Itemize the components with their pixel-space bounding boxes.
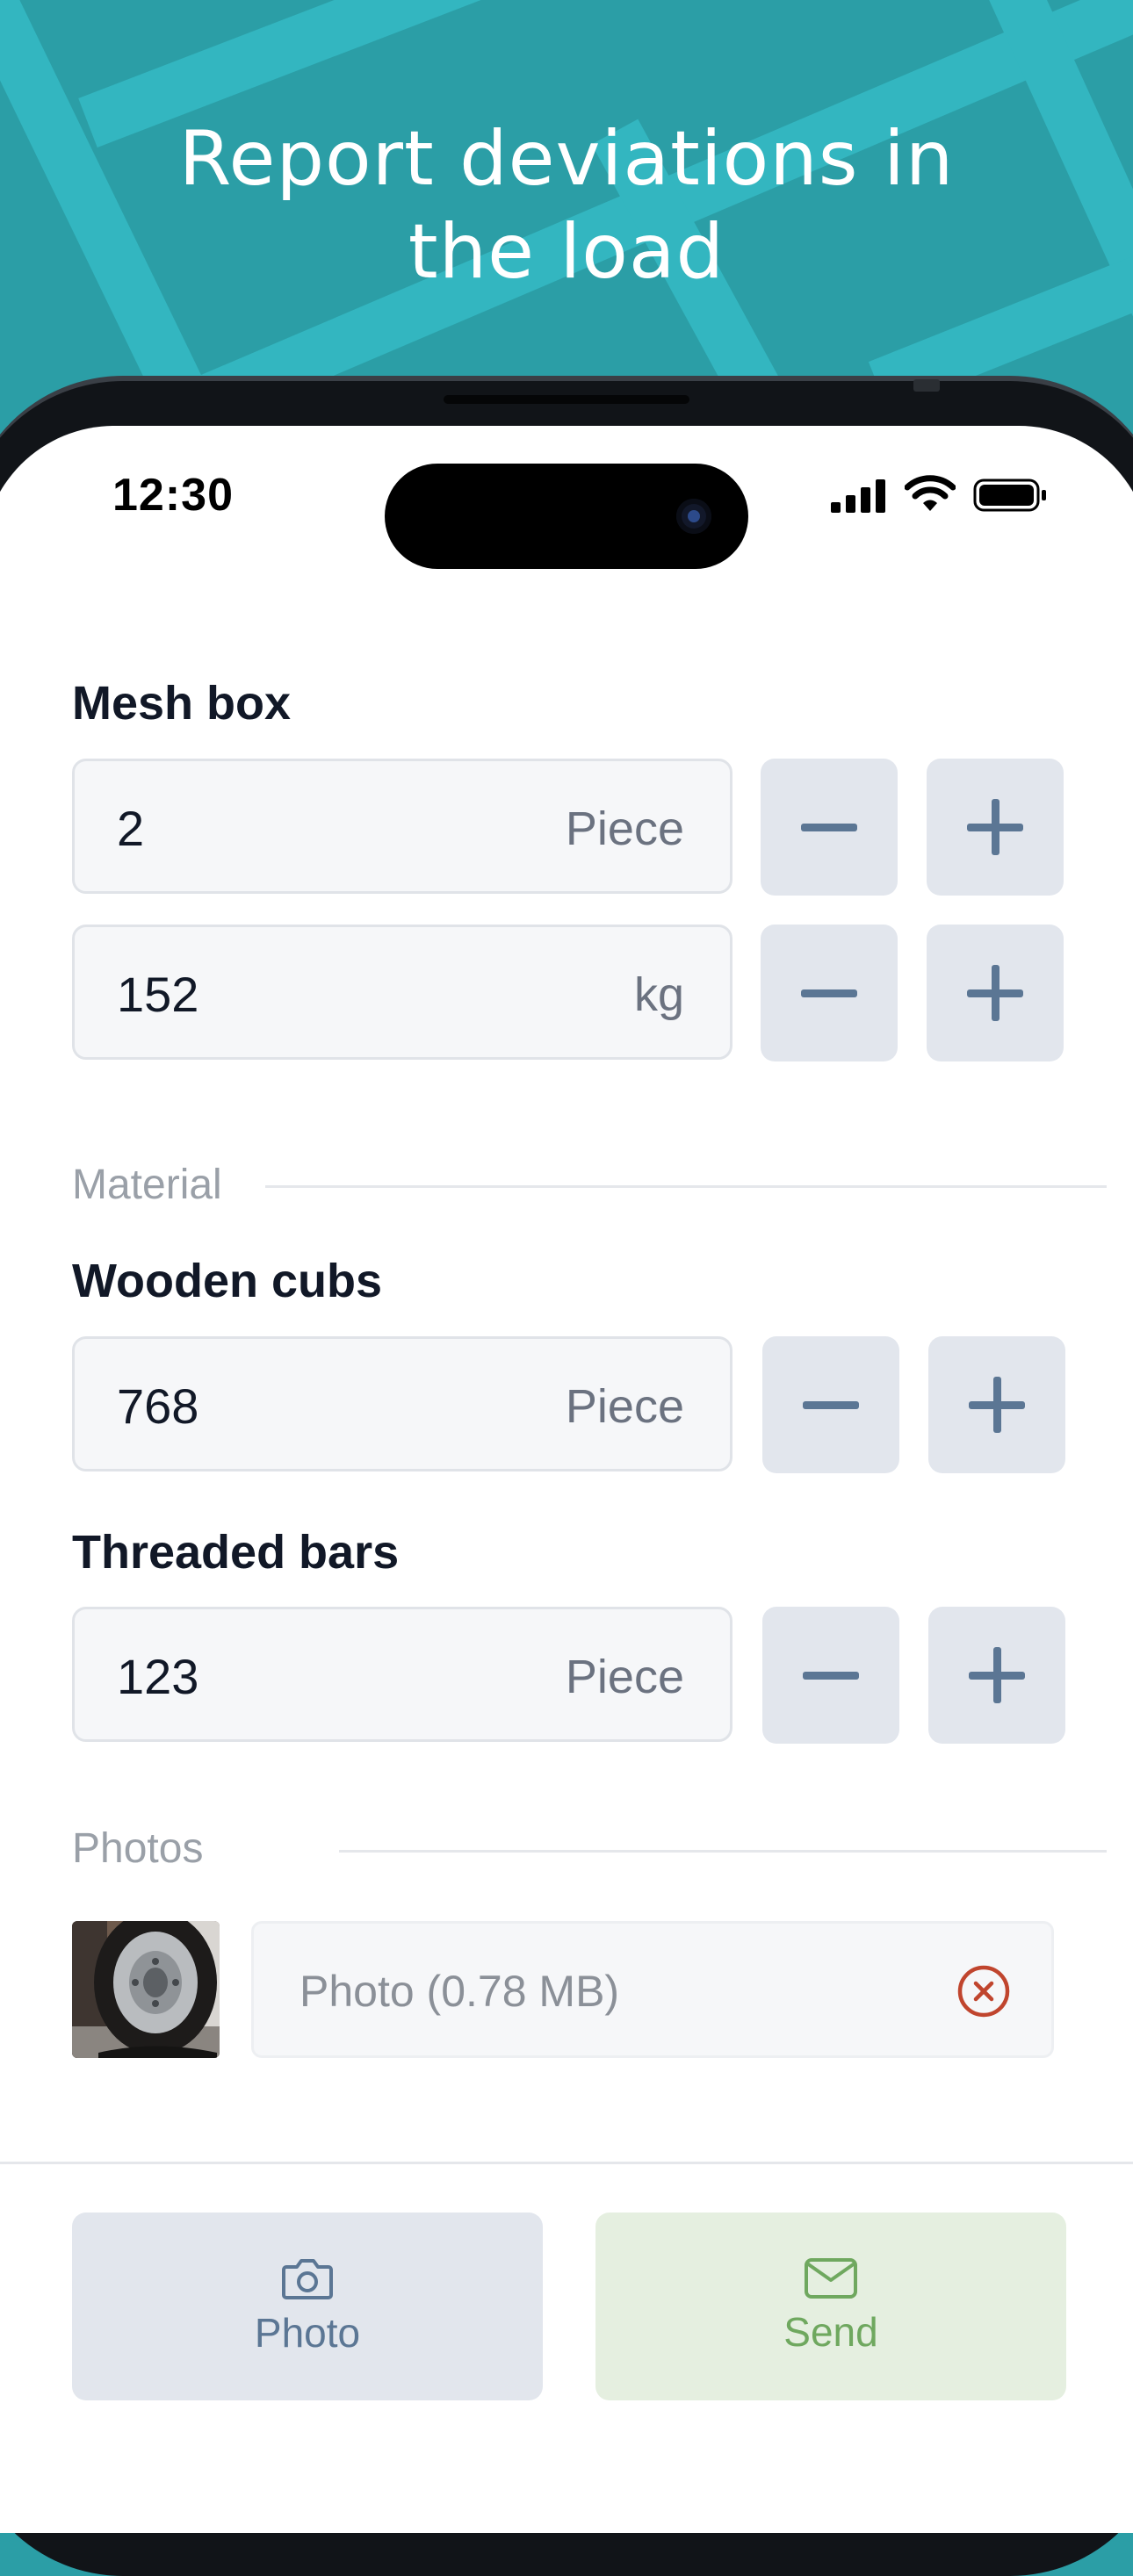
wooden-cubs-field[interactable]: 768 Piece [72, 1336, 732, 1471]
mesh-box-weight-unit: kg [633, 968, 684, 1021]
wooden-cubs-decrement-button[interactable] [762, 1336, 899, 1473]
plus-icon [967, 965, 1023, 1021]
wooden-cubs-unit: Piece [565, 1380, 684, 1433]
mesh-box-weight-field[interactable]: 152 kg [72, 925, 732, 1060]
threaded-bars-value: 123 [117, 1649, 199, 1704]
photo-attachment-label: Photo (0.78 MB) [299, 1967, 620, 2016]
send-label: Send [783, 2309, 878, 2355]
status-time: 12:30 [112, 470, 234, 521]
send-button[interactable]: Send [595, 2213, 1066, 2400]
wooden-cubs-increment-button[interactable] [928, 1336, 1065, 1473]
phone-side-button [913, 379, 940, 392]
wooden-cubs-value: 768 [117, 1378, 199, 1434]
front-camera-icon [676, 499, 711, 534]
battery-icon [973, 479, 1046, 512]
threaded-bars-field[interactable]: 123 Piece [72, 1607, 732, 1742]
wifi-icon [905, 475, 956, 511]
phone-speaker [444, 395, 689, 404]
mesh-box-pieces-decrement-button[interactable] [761, 759, 898, 896]
tire-photo-image [72, 1921, 220, 2058]
plus-icon [969, 1377, 1025, 1433]
remove-photo-icon[interactable] [956, 1964, 1011, 2018]
camera-icon [282, 2259, 333, 2299]
threaded-bars-title: Threaded bars [72, 1526, 400, 1579]
threaded-bars-decrement-button[interactable] [762, 1607, 899, 1744]
plus-icon [969, 1647, 1025, 1703]
photos-divider [339, 1850, 1107, 1853]
mesh-box-pieces-unit: Piece [565, 802, 684, 855]
photos-section-label: Photos [72, 1825, 204, 1872]
photo-attachment-field: Photo (0.78 MB) [251, 1921, 1054, 2058]
headline-line-1: Report deviations in [178, 115, 955, 203]
threaded-bars-unit: Piece [565, 1651, 684, 1703]
cellular-signal-icon [831, 479, 885, 513]
material-section-label: Material [72, 1162, 222, 1208]
mesh-box-pieces-increment-button[interactable] [927, 759, 1064, 896]
mesh-box-pieces-value: 2 [117, 801, 145, 856]
mesh-box-weight-decrement-button[interactable] [761, 925, 898, 1061]
plus-icon [967, 799, 1023, 855]
mesh-box-pieces-field[interactable]: 2 Piece [72, 759, 732, 894]
wooden-cubs-title: Wooden cubs [72, 1255, 383, 1307]
mesh-box-weight-value: 152 [117, 967, 199, 1022]
mesh-box-weight-increment-button[interactable] [927, 925, 1064, 1061]
take-photo-button[interactable]: Photo [72, 2213, 543, 2400]
threaded-bars-increment-button[interactable] [928, 1607, 1065, 1744]
minus-icon [803, 1672, 859, 1680]
minus-icon [803, 1401, 859, 1409]
page-headline: Report deviations in the load [0, 112, 1133, 299]
photo-thumbnail[interactable] [72, 1921, 220, 2058]
material-divider [265, 1185, 1107, 1188]
take-photo-label: Photo [254, 2310, 361, 2356]
mail-icon [805, 2258, 857, 2299]
mesh-box-title: Mesh box [72, 677, 292, 730]
minus-icon [801, 989, 857, 997]
headline-line-2: the load [408, 208, 725, 296]
minus-icon [801, 824, 857, 831]
